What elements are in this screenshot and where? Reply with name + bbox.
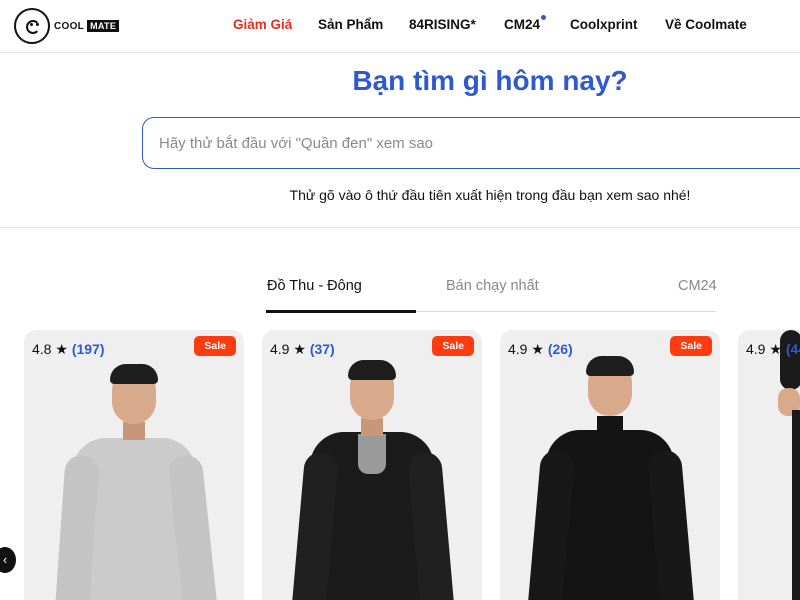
review-count: (44 (785, 341, 800, 357)
sale-badge: Sale (432, 336, 474, 356)
product-rating: 4.9 ★ (37) (270, 341, 335, 358)
logo-face-icon (14, 8, 50, 44)
nav-item-san-pham[interactable]: Sản Phẩm (318, 17, 383, 32)
product-rating: 4.9 ★ (44 (746, 341, 800, 358)
star-icon: ★ (55, 341, 68, 357)
star-icon: ★ (531, 341, 544, 357)
site-header: COOL MATE Giảm Giá Sản Phẩm 84RISING* CM… (0, 0, 800, 53)
search-box[interactable] (142, 117, 800, 169)
search-hint: Thử gõ vào ô thứ đầu tiên xuất hiện tron… (289, 187, 691, 203)
category-tabs: Đồ Thu - Đông Bán chạy nhất CM24 (266, 270, 717, 313)
star-icon: ★ (293, 341, 306, 357)
nav-item-84rising[interactable]: 84RISING* (409, 17, 476, 32)
product-image (738, 330, 800, 600)
review-count: (197) (71, 341, 105, 357)
rating-value: 4.8 (32, 341, 52, 357)
rating-value: 4.9 (508, 341, 528, 357)
carousel-prev-button[interactable]: ‹ (0, 547, 16, 573)
nav-item-giam-gia[interactable]: Giảm Giá (233, 17, 292, 32)
product-rating: 4.8 ★ (197) (32, 341, 105, 358)
product-card[interactable]: 4.9 ★ (44 (738, 330, 800, 600)
active-tab-indicator (266, 310, 416, 313)
logo-wordmark: COOL MATE (54, 20, 120, 32)
search-input[interactable] (143, 118, 800, 168)
product-card[interactable]: 4.9 ★ (37) Sale (262, 330, 482, 600)
review-count: (37) (309, 341, 335, 357)
coolmate-logo[interactable]: COOL MATE (14, 8, 120, 44)
review-count: (26) (547, 341, 573, 357)
product-image (24, 330, 244, 600)
tab-do-thu-dong[interactable]: Đồ Thu - Đông (267, 278, 362, 294)
tab-cm24[interactable]: CM24 (678, 278, 717, 294)
nav-item-coolxprint[interactable]: Coolxprint (570, 17, 638, 32)
star-icon: ★ (769, 341, 782, 357)
product-image (500, 330, 720, 600)
logo-word-mate: MATE (87, 20, 120, 32)
product-card[interactable]: 4.9 ★ (26) Sale (500, 330, 720, 600)
rating-value: 4.9 (746, 341, 766, 357)
chevron-left-icon: ‹ (2, 552, 8, 567)
nav-item-ve-coolmate[interactable]: Về Coolmate (665, 17, 747, 32)
tab-ban-chay-nhat[interactable]: Bán chạy nhất (446, 278, 539, 294)
product-rating: 4.9 ★ (26) (508, 341, 573, 358)
product-card[interactable]: 4.8 ★ (197) Sale (24, 330, 244, 600)
sale-badge: Sale (194, 336, 236, 356)
sale-badge: Sale (670, 336, 712, 356)
product-image (262, 330, 482, 600)
section-divider (0, 227, 800, 228)
nav-item-cm24[interactable]: CM24 (504, 15, 547, 32)
rating-value: 4.9 (270, 341, 290, 357)
nav-item-cm24-label: CM24 (504, 17, 541, 32)
search-title: Bạn tìm gì hôm nay? (352, 65, 628, 96)
new-dot-icon (541, 15, 547, 20)
logo-word-cool: COOL (54, 20, 85, 32)
